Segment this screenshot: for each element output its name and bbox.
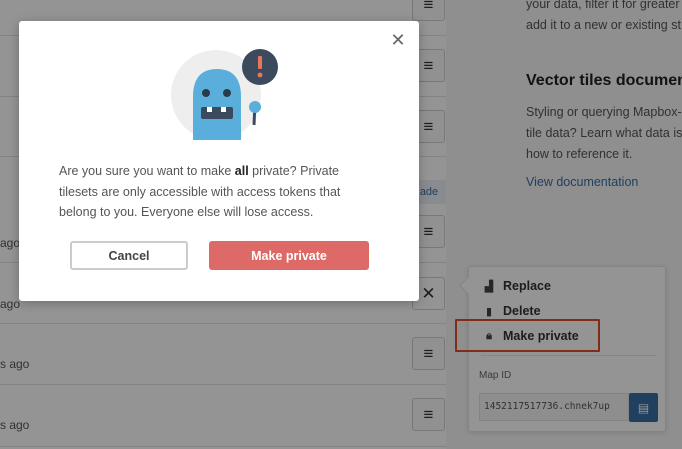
make-private-button[interactable]: Make private — [209, 241, 369, 270]
monster-alert-illustration — [171, 49, 278, 140]
dialog-message: Are you sure you want to make all privat… — [59, 161, 379, 223]
close-icon[interactable]: ✕ — [389, 31, 407, 49]
confirm-make-private-dialog: ✕ Are you sure you want to make all priv… — [19, 21, 419, 301]
dialog-message-text: Are you sure you want to make — [59, 164, 235, 178]
cancel-button[interactable]: Cancel — [70, 241, 188, 270]
dialog-message-emphasis: all — [234, 164, 249, 178]
